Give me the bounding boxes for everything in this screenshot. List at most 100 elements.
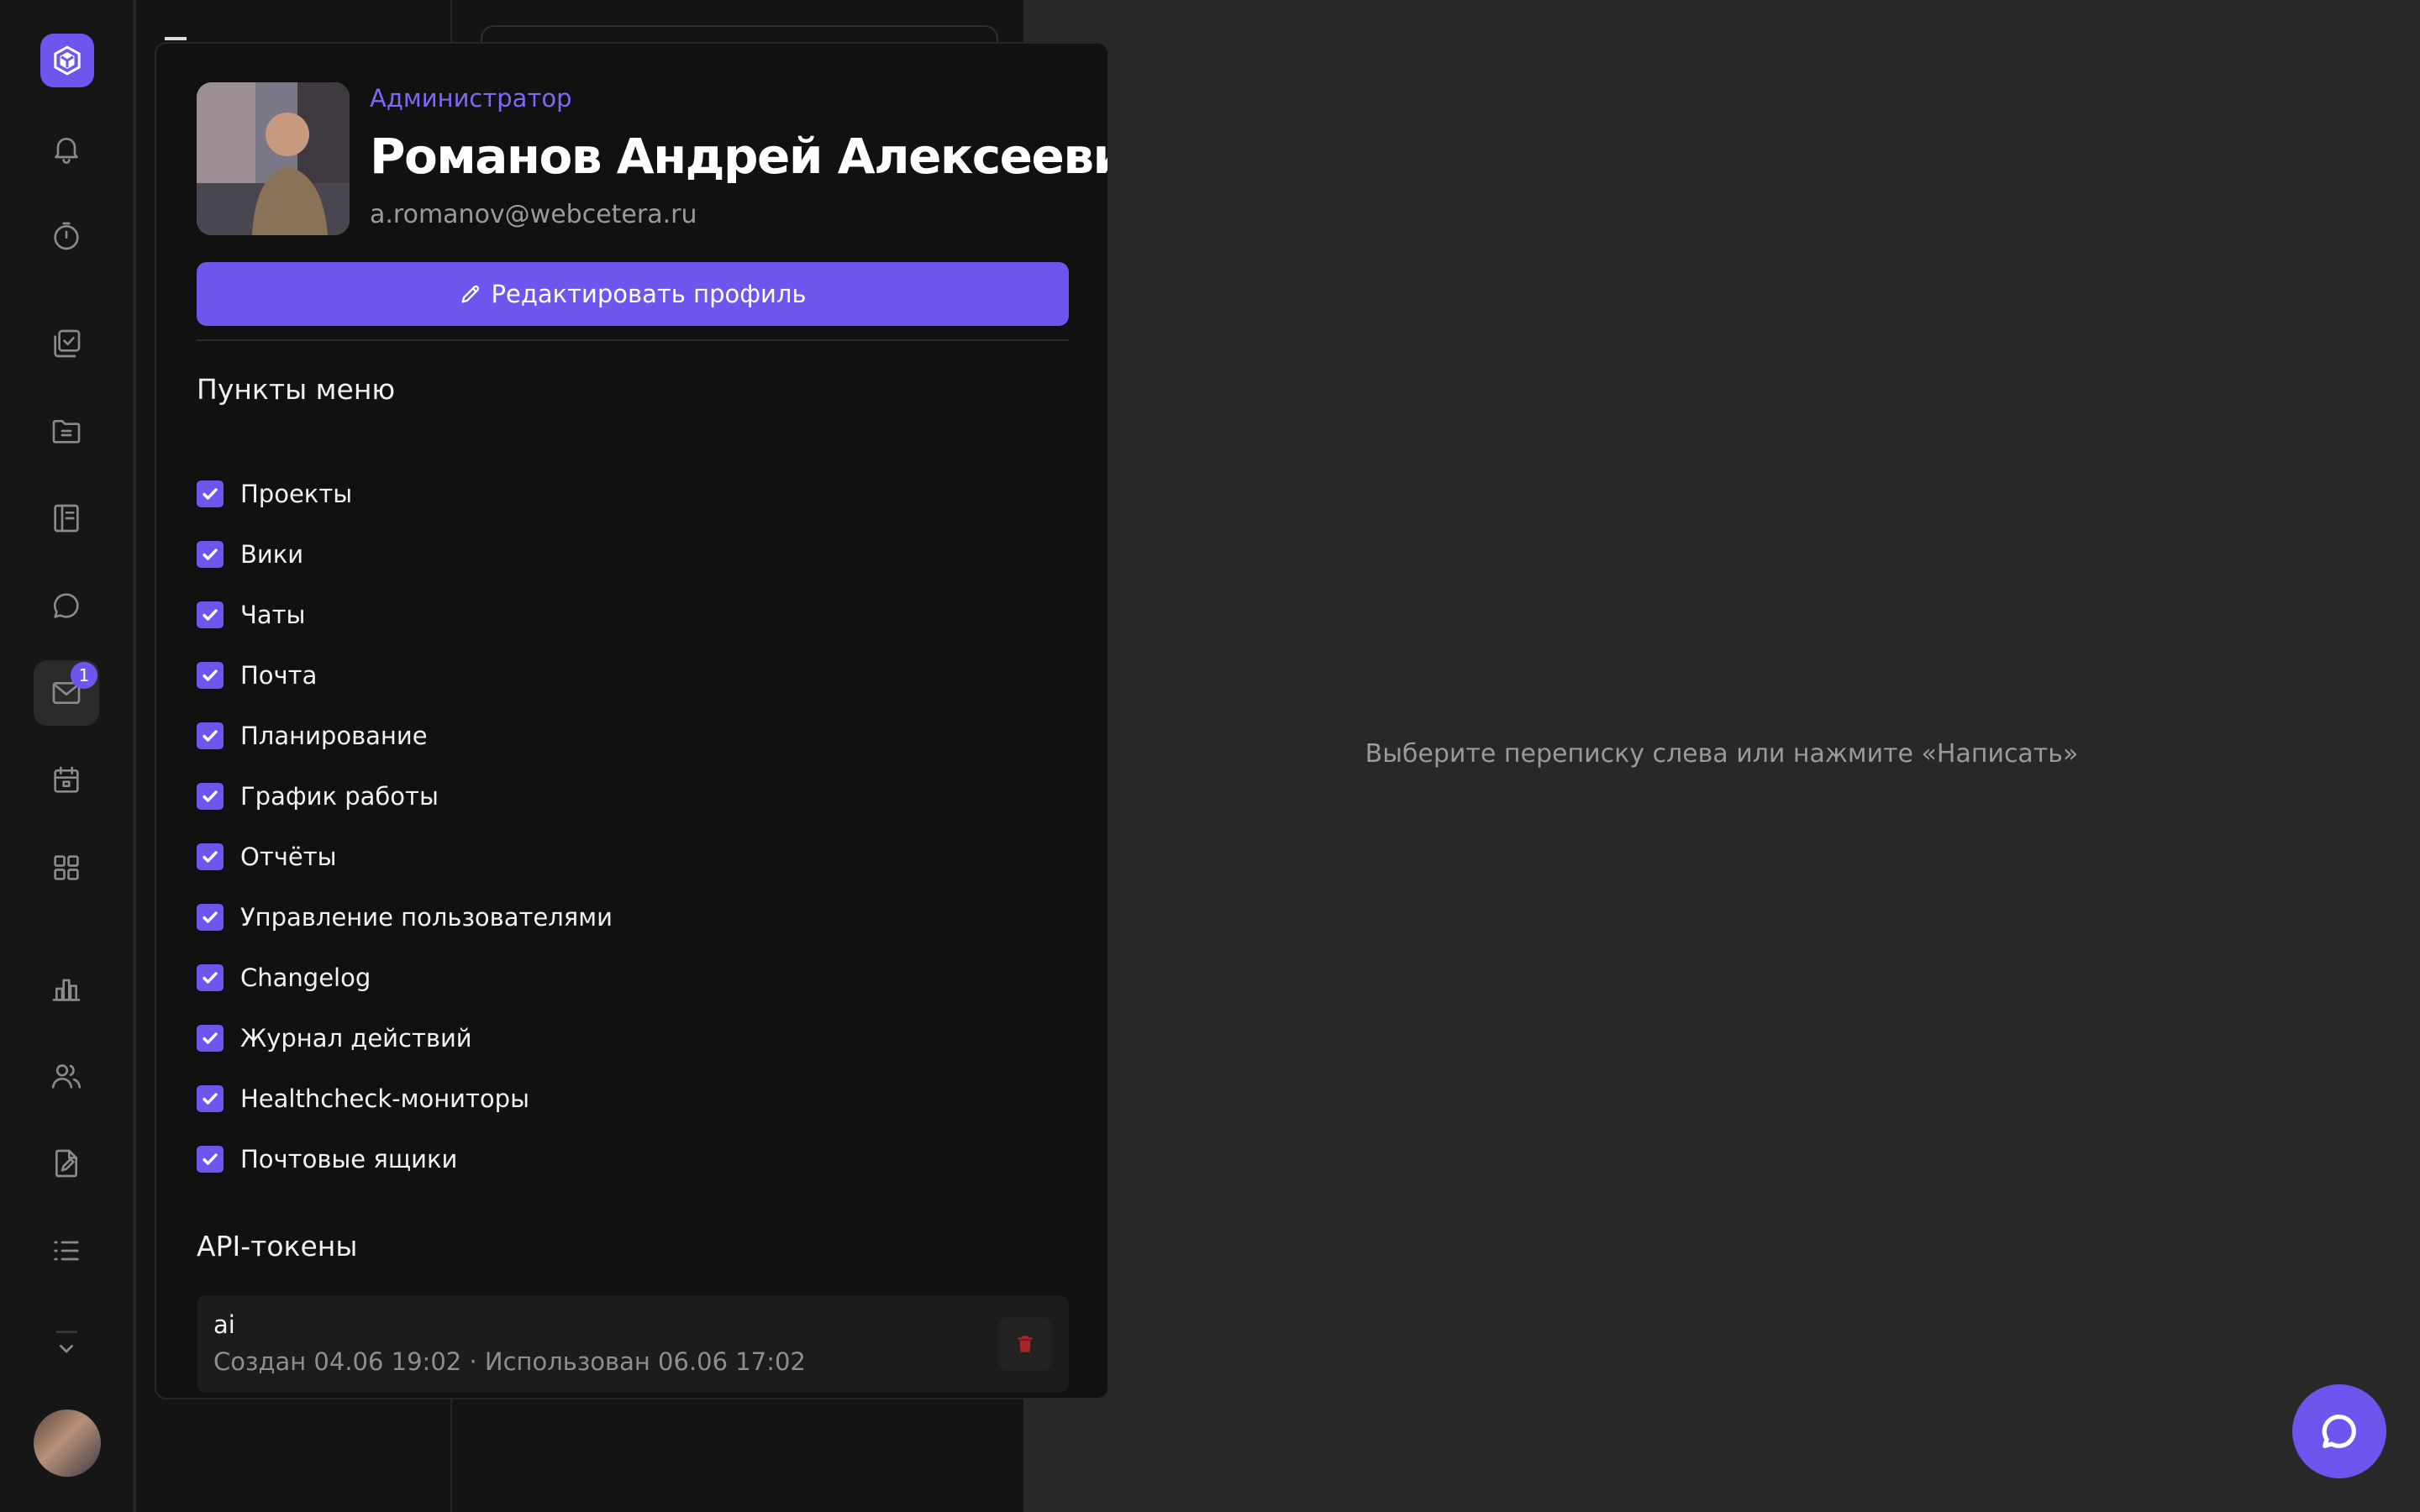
menu-item-label: Healthcheck-мониторы	[240, 1084, 529, 1113]
menu-item-label: Changelog	[240, 963, 371, 992]
checkbox[interactable]	[197, 964, 224, 991]
menu-item-label: Управление пользователями	[240, 903, 613, 932]
menu-items-list: Проекты Вики Чаты Почта Планирование Гра…	[197, 464, 953, 1189]
menu-item-label: Планирование	[240, 722, 428, 750]
menu-section-title: Пункты меню	[197, 373, 396, 406]
menu-item[interactable]: Управление пользователями	[197, 887, 953, 948]
mail-badge: 1	[71, 662, 97, 689]
menu-item-label: Журнал действий	[240, 1024, 472, 1053]
api-token-card: ai Создан 04.06 19:02 · Использован 06.0…	[197, 1295, 1069, 1393]
delete-token-button[interactable]	[998, 1317, 1052, 1371]
bell-icon	[55, 138, 78, 164]
checkbox[interactable]	[197, 904, 224, 931]
user-avatar[interactable]	[34, 1410, 101, 1477]
users-icon	[51, 1064, 82, 1089]
logo-icon[interactable]	[40, 34, 94, 87]
menu-item-label: График работы	[240, 782, 439, 811]
check-icon	[203, 730, 218, 742]
projects-button[interactable]	[34, 398, 99, 464]
check-icon	[203, 911, 218, 923]
menu-item[interactable]: Планирование	[197, 706, 953, 766]
list-icon	[54, 1241, 79, 1261]
checkbox[interactable]	[197, 601, 224, 628]
wiki-button[interactable]	[34, 486, 99, 551]
menu-item[interactable]: График работы	[197, 766, 953, 827]
menu-item[interactable]: Отчёты	[197, 827, 953, 887]
menu-item-label: Отчёты	[240, 843, 337, 871]
trash-icon	[1018, 1336, 1033, 1352]
folder-icon	[52, 420, 81, 444]
chats-button[interactable]	[34, 573, 99, 638]
menu-item[interactable]: Чаты	[197, 585, 953, 645]
check-icon	[203, 851, 218, 863]
menu-item[interactable]: Журнал действий	[197, 1008, 953, 1068]
check-icon	[203, 549, 218, 560]
check-icon	[203, 972, 218, 984]
profile-role: Администратор	[370, 84, 572, 113]
check-icon	[203, 1153, 218, 1165]
changelog-button[interactable]	[34, 1131, 99, 1196]
wiki-icon	[54, 504, 79, 533]
tokens-section-title: API-токены	[197, 1230, 358, 1263]
profile-name: Романов Андрей Алексеевич	[370, 128, 1109, 185]
menu-item[interactable]: Почта	[197, 645, 953, 706]
chat-bubble-icon	[2322, 1415, 2356, 1448]
timer-icon	[54, 222, 79, 250]
chat-icon	[54, 593, 79, 618]
divider	[197, 339, 1069, 341]
checkbox[interactable]	[197, 480, 224, 507]
edit-profile-button[interactable]: Редактировать профиль	[197, 262, 1069, 326]
menu-icon[interactable]	[165, 37, 187, 40]
check-icon	[203, 488, 218, 500]
token-name: ai	[213, 1310, 235, 1339]
notifications-button[interactable]	[34, 116, 99, 181]
checkbox[interactable]	[197, 662, 224, 689]
menu-item[interactable]: Почтовые ящики	[197, 1129, 953, 1189]
tasks-icon	[54, 329, 81, 358]
menu-item-label: Вики	[240, 540, 304, 569]
users-button[interactable]	[34, 1043, 99, 1109]
reports-button[interactable]	[34, 956, 99, 1021]
apps-button[interactable]	[34, 835, 99, 900]
profile-avatar	[197, 82, 350, 235]
sidebar-rail: 1	[0, 0, 134, 1512]
log-button[interactable]	[34, 1218, 99, 1284]
menu-item[interactable]: Вики	[197, 524, 953, 585]
support-chat-button[interactable]	[2292, 1384, 2386, 1478]
more-button[interactable]	[34, 1310, 99, 1376]
checkbox[interactable]	[197, 783, 224, 810]
chevron-down-icon	[55, 1331, 77, 1353]
menu-item[interactable]: Changelog	[197, 948, 953, 1008]
calendar-icon	[54, 766, 79, 793]
menu-item-label: Чаты	[240, 601, 306, 629]
checkbox[interactable]	[197, 722, 224, 749]
menu-item[interactable]: Healthcheck-мониторы	[197, 1068, 953, 1129]
calendar-button[interactable]	[34, 748, 99, 813]
menu-item-label: Почтовые ящики	[240, 1145, 458, 1173]
profile-popover: Администратор Романов Андрей Алексеевич …	[155, 42, 1109, 1399]
token-meta: Создан 04.06 19:02 · Использован 06.06 1…	[213, 1347, 806, 1376]
check-icon	[203, 669, 218, 681]
check-icon	[203, 1093, 218, 1105]
checkbox[interactable]	[197, 1025, 224, 1052]
empty-state-text: Выберите переписку слева или нажмите «На…	[1365, 739, 2079, 769]
check-icon	[203, 609, 218, 621]
apps-icon	[54, 855, 79, 880]
menu-item-label: Почта	[240, 661, 318, 690]
check-icon	[203, 1032, 218, 1044]
chart-icon	[52, 979, 81, 1001]
checkbox[interactable]	[197, 1146, 224, 1173]
file-edit-icon	[55, 1149, 77, 1178]
checkbox[interactable]	[197, 541, 224, 568]
profile-email: a.romanov@webcetera.ru	[370, 200, 697, 229]
edit-profile-label: Редактировать профиль	[491, 280, 807, 308]
pencil-icon	[461, 285, 480, 303]
check-icon	[203, 790, 218, 802]
checkbox[interactable]	[197, 843, 224, 870]
mail-button[interactable]: 1	[34, 660, 99, 726]
menu-item-label: Проекты	[240, 480, 353, 508]
checkbox[interactable]	[197, 1085, 224, 1112]
timer-button[interactable]	[34, 203, 99, 269]
menu-item[interactable]: Проекты	[197, 464, 953, 524]
tasks-button[interactable]	[34, 311, 99, 376]
